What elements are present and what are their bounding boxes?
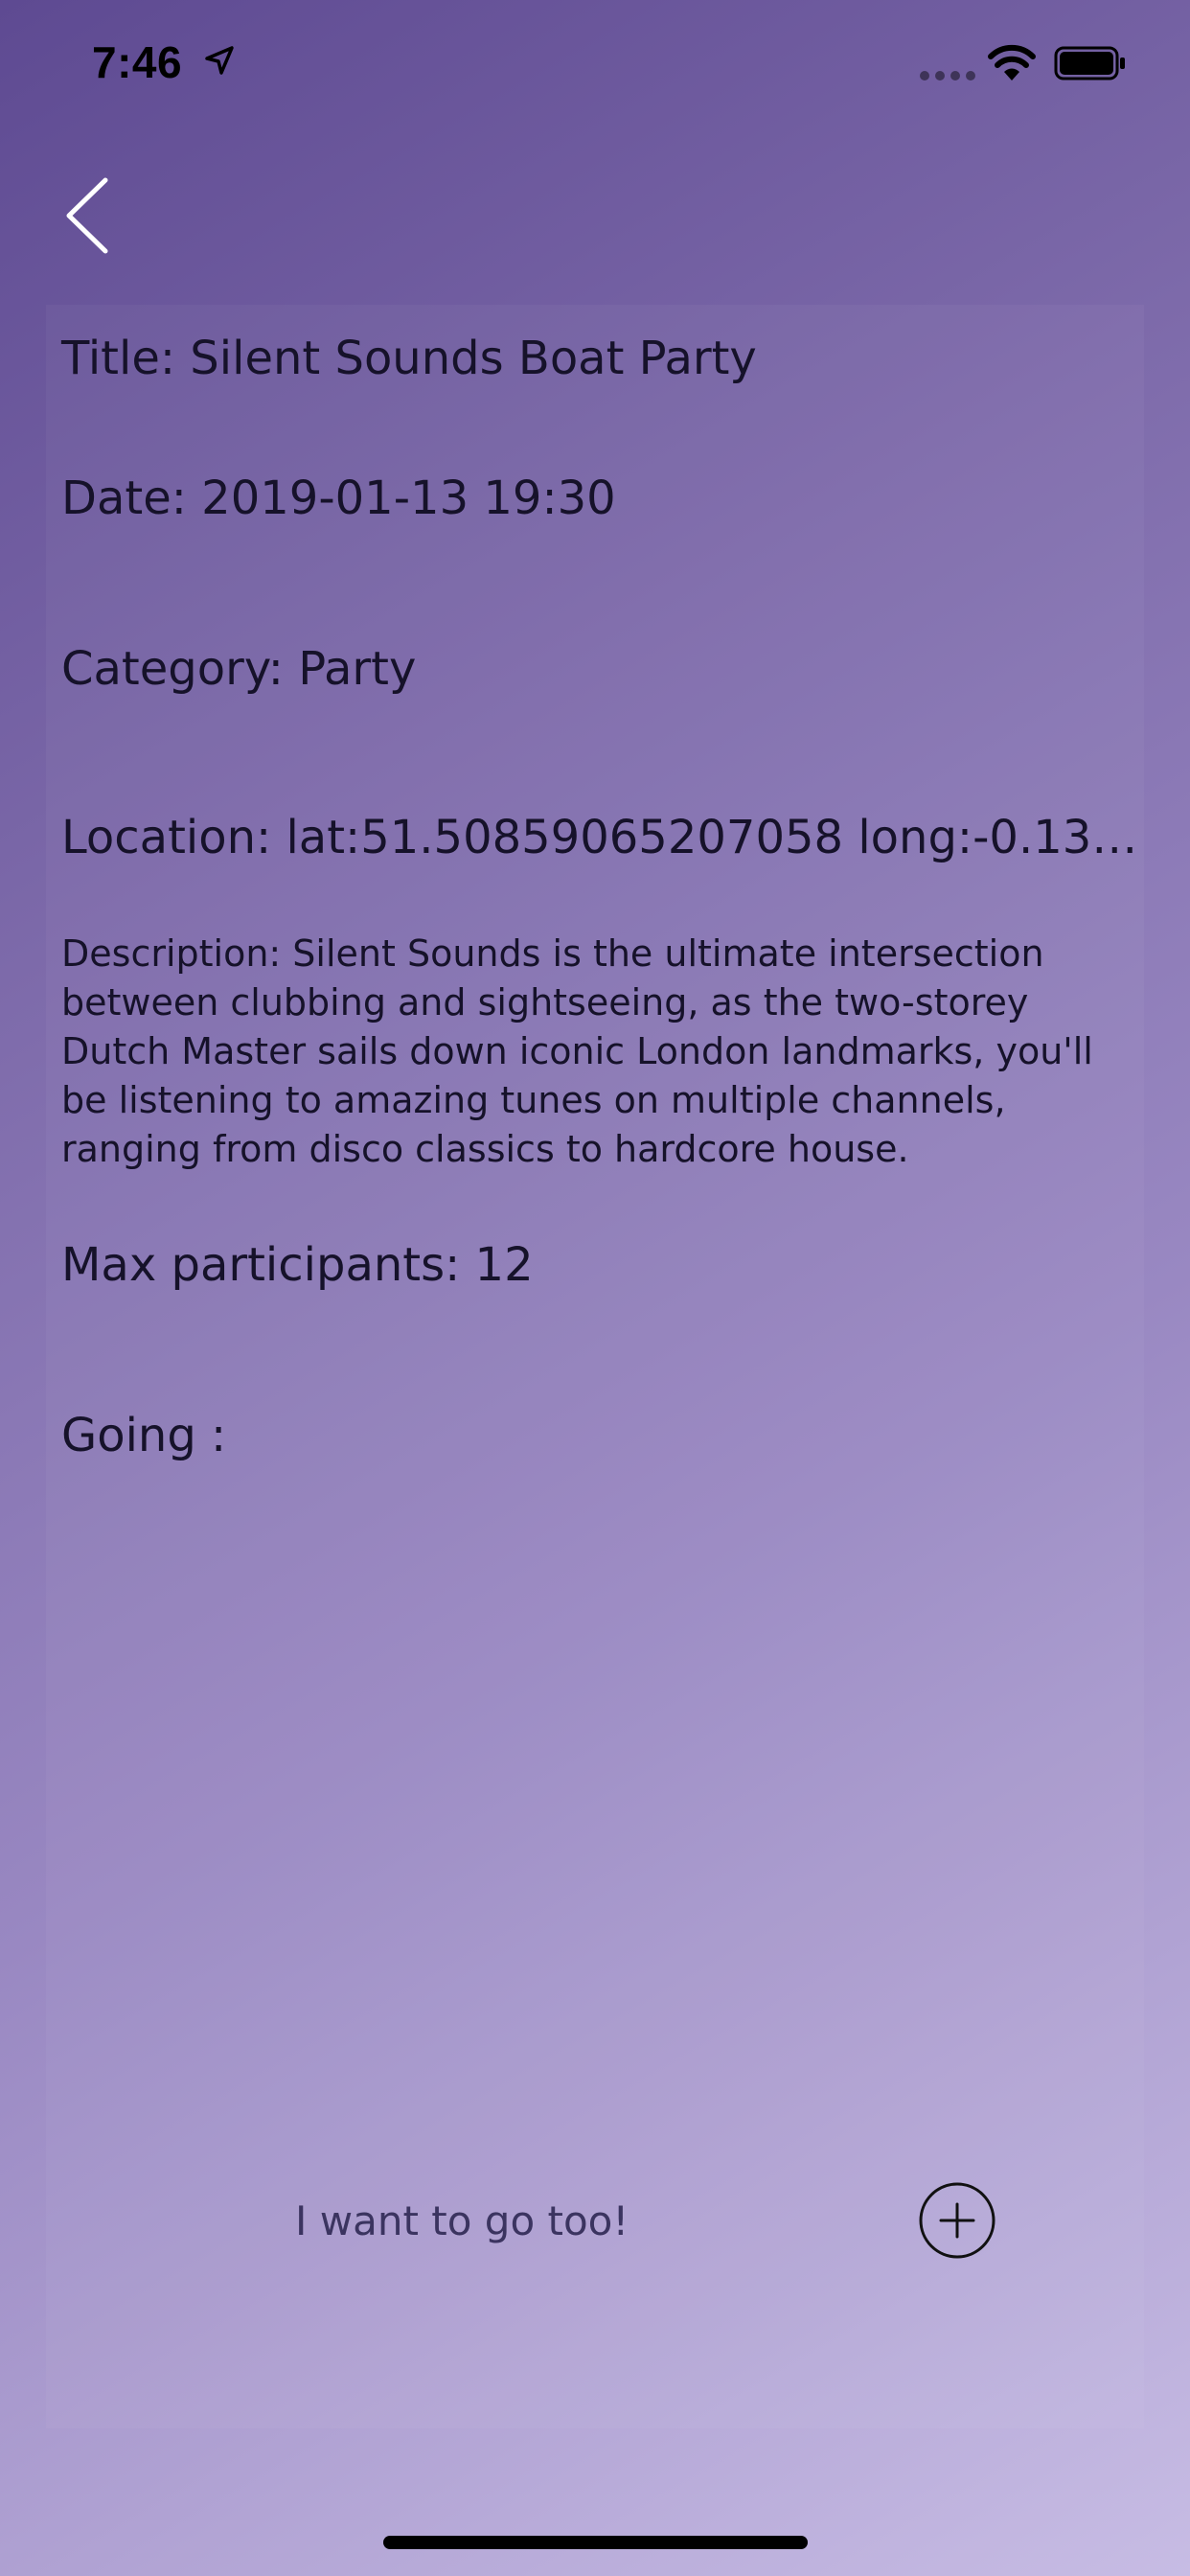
join-event-label[interactable]: I want to go too! [295,2193,629,2250]
event-max-participants: Max participants: 12 [61,1238,534,1292]
event-description: Description: Silent Sounds is the ultima… [61,932,1093,1170]
event-detail-card: Title: Silent Sounds Boat Party Date: 20… [46,305,1163,2428]
cellular-signal-icon [920,71,975,80]
plus-circle-icon [919,2182,995,2259]
event-date: Date: 2019-01-13 19:30 [61,472,616,525]
status-bar: 7:46 [0,0,1190,126]
chevron-left-icon [66,177,108,254]
event-going-list: Going : [61,1409,227,1462]
status-time: 7:46 [92,37,183,87]
event-category: Category: Party [61,642,417,696]
wifi-icon [988,44,1036,80]
join-event-button[interactable] [918,2181,996,2260]
location-arrow-icon [205,46,234,75]
battery-icon [1054,46,1125,80]
event-location: Location: lat:51.50859065207058 long:-0.… [61,811,1163,864]
home-indicator[interactable] [383,2536,808,2549]
back-button[interactable] [57,172,125,259]
event-title: Title: Silent Sounds Boat Party [61,332,757,385]
